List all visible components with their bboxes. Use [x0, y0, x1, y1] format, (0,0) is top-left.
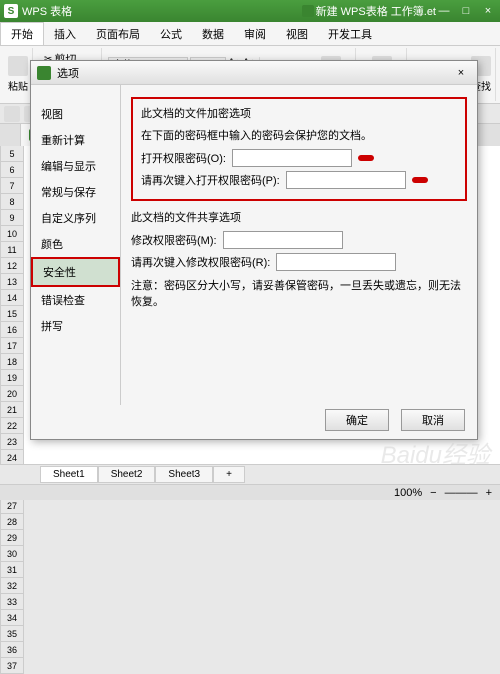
sidebar-item-3[interactable]: 常规与保存 — [31, 179, 120, 205]
app-logo: S — [4, 4, 18, 18]
row-header[interactable]: 35 — [0, 626, 24, 642]
row-header[interactable]: 12 — [0, 258, 24, 274]
section1-title: 此文档的文件加密选项 — [141, 105, 457, 121]
tab-layout[interactable]: 页面布局 — [86, 22, 150, 45]
zoom-out[interactable]: − — [430, 487, 436, 499]
sheet-tab-3[interactable]: Sheet3 — [155, 466, 213, 483]
dialog-title: 选项 — [57, 65, 451, 81]
row-header[interactable]: 34 — [0, 610, 24, 626]
row-headers: 5678910111213141516171819202122232425262… — [0, 146, 24, 674]
encryption-section: 此文档的文件加密选项 在下面的密码框中输入的密码会保护您的文档。 打开权限密码(… — [131, 97, 467, 201]
row-header[interactable]: 6 — [0, 162, 24, 178]
tab-dev[interactable]: 开发工具 — [318, 22, 382, 45]
tab-formula[interactable]: 公式 — [150, 22, 192, 45]
row-header[interactable]: 18 — [0, 354, 24, 370]
pwd-note: 注意：密码区分大小写，请妥善保管密码，一旦丢失或遗忘，则无法恢复。 — [131, 277, 467, 309]
tab-view[interactable]: 视图 — [276, 22, 318, 45]
paste-label: 粘贴 — [8, 78, 28, 93]
zoom-level[interactable]: 100% — [394, 487, 422, 499]
tab-review[interactable]: 审阅 — [234, 22, 276, 45]
tab-home[interactable]: 开始 — [0, 22, 44, 45]
ok-button[interactable]: 确定 — [325, 409, 389, 431]
dialog-sidebar: 视图重新计算编辑与显示常规与保存自定义序列颜色安全性错误检查拼写 — [31, 85, 121, 405]
sheet-tab-add[interactable]: + — [213, 466, 245, 483]
row-header[interactable]: 20 — [0, 386, 24, 402]
row-header[interactable]: 29 — [0, 530, 24, 546]
row-header[interactable]: 37 — [0, 658, 24, 674]
row-header[interactable]: 7 — [0, 178, 24, 194]
sidebar-item-1[interactable]: 重新计算 — [31, 127, 120, 153]
cancel-button[interactable]: 取消 — [401, 409, 465, 431]
pwd1-input[interactable] — [232, 149, 352, 167]
row-header[interactable]: 10 — [0, 226, 24, 242]
paste-icon[interactable] — [8, 56, 28, 76]
sheet-tab-1[interactable]: Sheet1 — [40, 466, 98, 483]
row-header[interactable]: 22 — [0, 418, 24, 434]
section1-desc: 在下面的密码框中输入的密码会保护您的文档。 — [141, 127, 457, 143]
pwd1-label: 打开权限密码(O): — [141, 150, 226, 166]
title-bar: S WPS 表格 新建 WPS表格 工作簿.et — □ × — [0, 0, 500, 22]
row-header[interactable]: 9 — [0, 210, 24, 226]
minimize-button[interactable]: — — [436, 4, 452, 18]
doc-icon — [302, 5, 314, 17]
row-header[interactable]: 33 — [0, 594, 24, 610]
row-header[interactable]: 30 — [0, 546, 24, 562]
maximize-button[interactable]: □ — [458, 4, 474, 18]
row-header[interactable]: 13 — [0, 274, 24, 290]
pwd2-label: 请再次键入打开权限密码(P): — [141, 172, 280, 188]
menu-bar: 开始 插入 页面布局 公式 数据 审阅 视图 开发工具 — [0, 22, 500, 46]
dialog-icon — [37, 66, 51, 80]
sidebar-item-2[interactable]: 编辑与显示 — [31, 153, 120, 179]
dialog-footer: 确定 取消 — [325, 409, 465, 431]
dialog-close[interactable]: × — [451, 67, 471, 79]
row-header[interactable]: 16 — [0, 322, 24, 338]
tab-insert[interactable]: 插入 — [44, 22, 86, 45]
close-button[interactable]: × — [480, 4, 496, 18]
app-title: WPS 表格 — [22, 3, 302, 19]
row-header[interactable]: 5 — [0, 146, 24, 162]
dialog-titlebar: 选项 × — [31, 61, 477, 85]
sidebar-item-6[interactable]: 安全性 — [31, 257, 120, 287]
tab-data[interactable]: 数据 — [192, 22, 234, 45]
row-header[interactable]: 27 — [0, 498, 24, 514]
row-header[interactable]: 8 — [0, 194, 24, 210]
titlebar-doc: 新建 WPS表格 工作簿.et — [302, 3, 436, 19]
window-buttons: — □ × — [436, 4, 496, 18]
row-header[interactable]: 17 — [0, 338, 24, 354]
pwd1-marker — [358, 155, 374, 161]
sheet-tabs: Sheet1 Sheet2 Sheet3 + — [0, 464, 500, 484]
sidebar-item-0[interactable]: 视图 — [31, 101, 120, 127]
zoom-slider[interactable]: ——— — [445, 487, 478, 499]
dialog-main: 此文档的文件加密选项 在下面的密码框中输入的密码会保护您的文档。 打开权限密码(… — [121, 85, 477, 405]
row-header[interactable]: 19 — [0, 370, 24, 386]
pwd4-input[interactable] — [276, 253, 396, 271]
options-dialog: 选项 × 视图重新计算编辑与显示常规与保存自定义序列颜色安全性错误检查拼写 此文… — [30, 60, 478, 440]
row-header[interactable]: 36 — [0, 642, 24, 658]
pwd3-label: 修改权限密码(M): — [131, 232, 217, 248]
pwd2-marker — [412, 177, 428, 183]
pwd2-input[interactable] — [286, 171, 406, 189]
row-header[interactable]: 32 — [0, 578, 24, 594]
row-header[interactable]: 14 — [0, 290, 24, 306]
row-header[interactable]: 23 — [0, 434, 24, 450]
row-header[interactable]: 21 — [0, 402, 24, 418]
sidebar-item-4[interactable]: 自定义序列 — [31, 205, 120, 231]
pwd4-label: 请再次键入修改权限密码(R): — [131, 254, 270, 270]
doc-name: 新建 WPS表格 工作簿.et — [316, 3, 436, 19]
paste-group: 粘贴 — [4, 48, 33, 101]
sidebar-item-7[interactable]: 错误检查 — [31, 287, 120, 313]
section2-title: 此文档的文件共享选项 — [131, 209, 467, 225]
row-header[interactable]: 11 — [0, 242, 24, 258]
dialog-body: 视图重新计算编辑与显示常规与保存自定义序列颜色安全性错误检查拼写 此文档的文件加… — [31, 85, 477, 405]
sheet-tab-2[interactable]: Sheet2 — [98, 466, 156, 483]
row-header[interactable]: 31 — [0, 562, 24, 578]
status-bar: 100% − ——— + — [0, 484, 500, 500]
pwd3-input[interactable] — [223, 231, 343, 249]
sidebar-item-5[interactable]: 颜色 — [31, 231, 120, 257]
qat-save[interactable] — [4, 106, 20, 122]
row-header[interactable]: 15 — [0, 306, 24, 322]
row-header[interactable]: 28 — [0, 514, 24, 530]
zoom-in[interactable]: + — [486, 487, 492, 499]
sidebar-item-8[interactable]: 拼写 — [31, 313, 120, 339]
